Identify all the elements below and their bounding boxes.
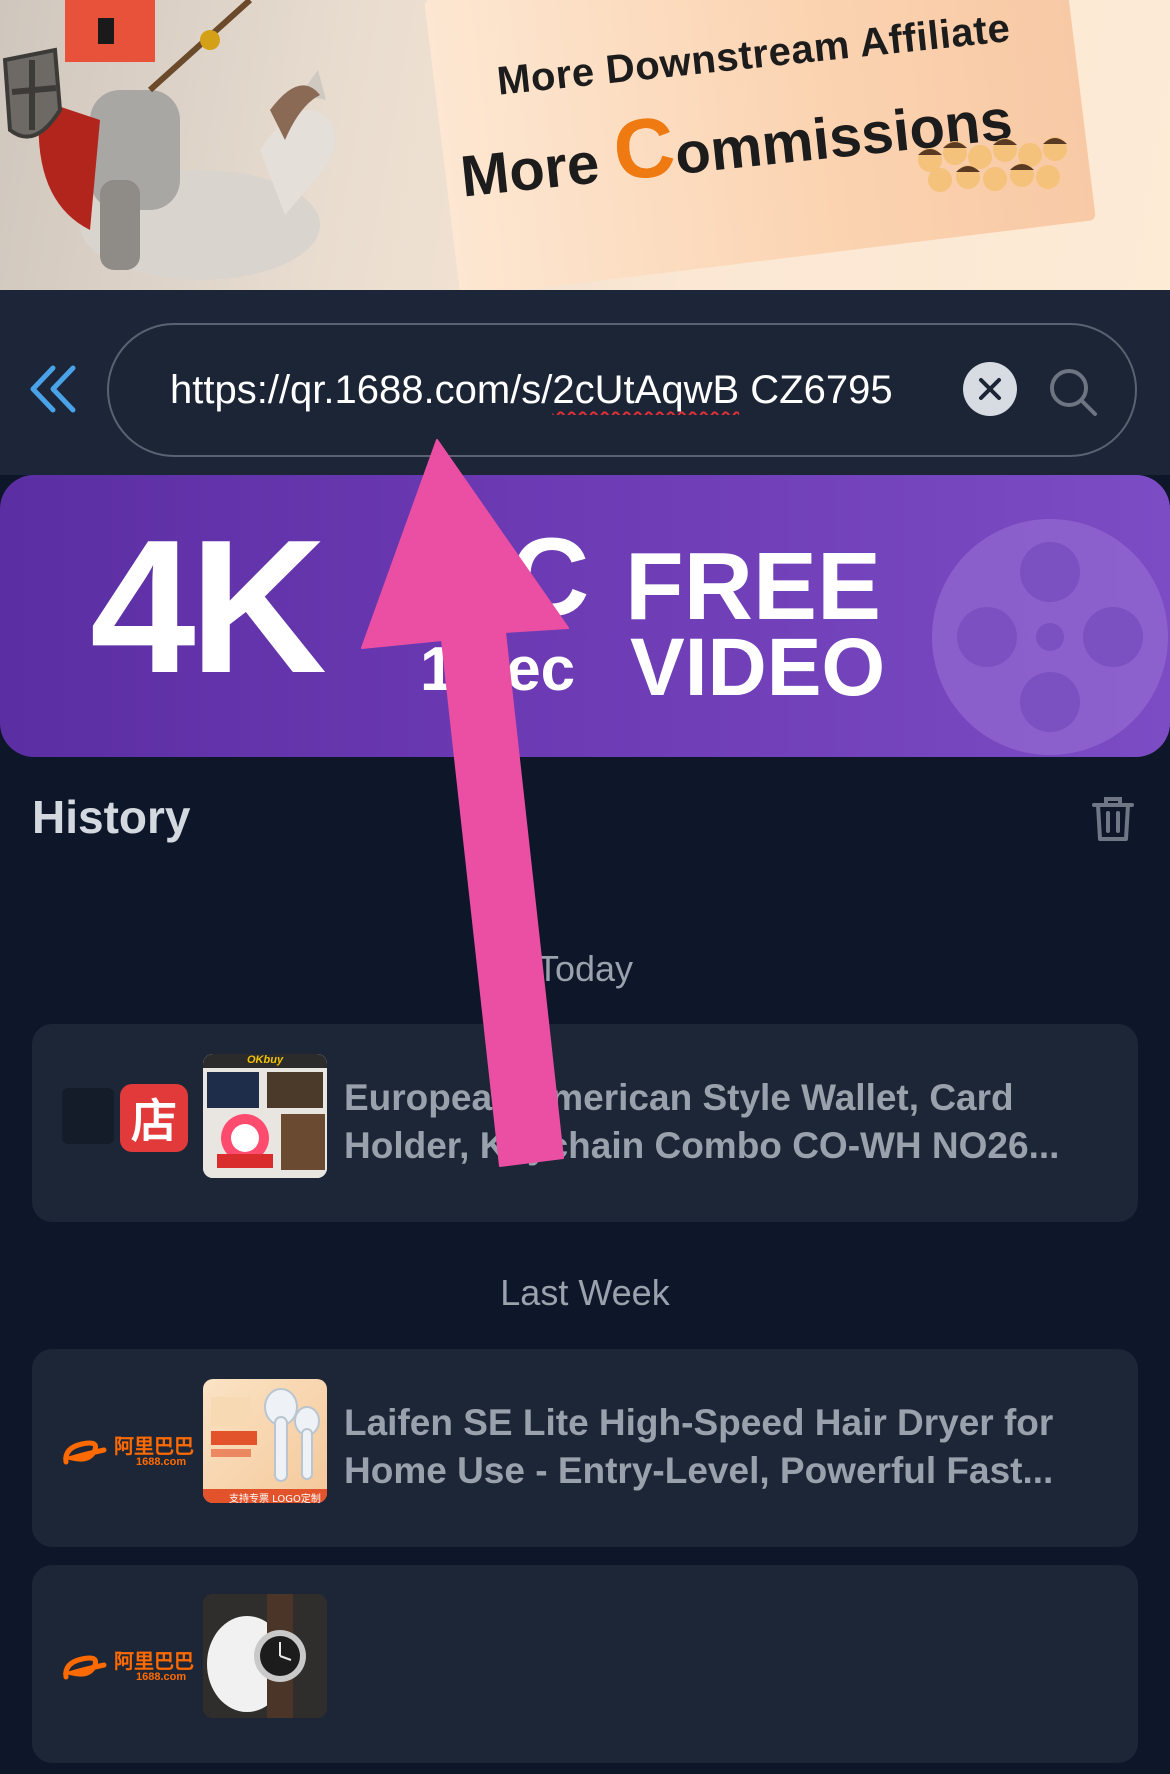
thumbnail-caption-okbuy: OKbuy [247,1054,284,1066]
trash-icon[interactable] [1090,795,1136,843]
search-icon[interactable] [1045,364,1101,420]
alibaba-logo: 阿里巴巴 1688.com [60,1422,194,1492]
thumbnail-caption-logo: 支持专票 LOGO定制 [229,1494,321,1503]
banner-4k-text: 4K [90,501,327,713]
section-label-today: Today [536,948,634,989]
banner-sec-text: 1 sec [420,635,576,704]
section-label-last-week: Last Week [500,1272,670,1313]
alibaba-logo: 阿里巴巴 1688.com [60,1637,194,1707]
product-thumbnail-hair-dryer: 支持专票 LOGO定制 [203,1379,327,1503]
history-item-title: Laifen SE Lite High-Speed Hair Dryer for… [344,1402,1054,1491]
wallet-thumbnail-art [203,1054,327,1178]
alibaba-domain-text: 1688.com [136,1671,187,1683]
clear-search-button[interactable] [963,362,1017,416]
search-value-misspelled: 2cUtAqwB [552,368,740,412]
knight-illustration [2,0,335,280]
crowd-illustration [918,137,1067,192]
shop-icon: 店 [120,1084,188,1152]
hair-dryer-art [203,1388,327,1503]
film-reel-icon [932,519,1168,755]
banner-free-text: FREE [625,533,882,640]
search-input-value[interactable]: https://qr.1688.com/s/2cUtAqwB CZ6795 [170,365,940,415]
history-title: History [32,791,191,843]
alibaba-cn-text: 阿里巴巴 [114,1649,194,1673]
promo-c-letter: C [608,98,680,199]
affiliate-promo-banner[interactable]: More Downstream Affiliate More Commissio… [0,0,1170,290]
watch-art [203,1594,327,1718]
banner-c-text: C [510,516,590,639]
search-value-plain: https://qr.1688.com/s/ [170,368,553,412]
promo-subheadline-prefix: More [457,128,619,210]
history-item-watch[interactable] [32,1565,1138,1763]
search-value-tail: CZ6795 [739,368,893,412]
product-thumbnail-wallet: OKbuy [203,1054,327,1178]
banner-video-text: VIDEO [630,622,886,713]
double-chevron-left-icon [30,365,76,413]
clear-icon [979,378,1001,400]
back-button[interactable] [24,362,84,416]
alibaba-cn-text: 阿里巴巴 [114,1434,194,1458]
shop-source-badge [62,1088,114,1144]
product-thumbnail-watch [203,1594,327,1718]
alibaba-domain-text: 1688.com [136,1456,187,1468]
history-item-title: European American Style Wallet, Card Hol… [344,1077,1060,1166]
